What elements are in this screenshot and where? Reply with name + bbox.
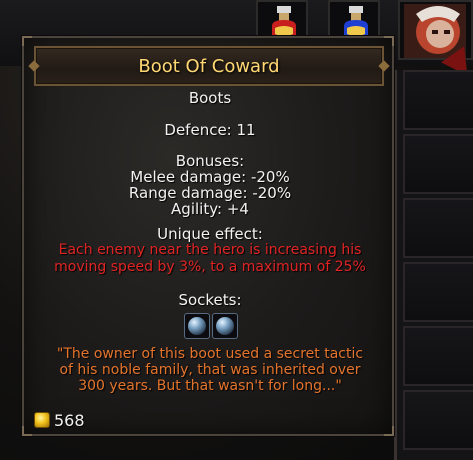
sockets-header: Sockets: [178, 291, 242, 309]
item-title: Boot Of Coward [138, 55, 280, 77]
inventory-grid [394, 70, 473, 460]
frame-corner [22, 426, 32, 436]
item-type: Boots [188, 89, 232, 107]
socket-row [184, 313, 238, 339]
inventory-cell[interactable] [403, 390, 473, 450]
gold-coin-icon [34, 412, 50, 428]
item-defence: Defence: 11 [164, 121, 256, 139]
bonuses-header: Bonuses: [175, 152, 245, 170]
frame-corner [22, 36, 32, 46]
empty-socket-icon[interactable] [212, 313, 238, 339]
unique-header: Unique effect: [157, 225, 263, 243]
unique-effect-line: Each enemy near the hero is increasing h… [58, 242, 362, 258]
gold-value: 568 [54, 410, 85, 430]
frame-corner [384, 426, 394, 436]
empty-socket-icon[interactable] [184, 313, 210, 339]
frame-corner [384, 36, 394, 46]
unique-effect-line: moving speed by 3%, to a maximum of 25% [54, 259, 366, 275]
inventory-cell[interactable] [403, 262, 473, 322]
inventory-cell[interactable] [403, 70, 473, 130]
inventory-cell[interactable] [403, 134, 473, 194]
bonus-range: Range damage: -20% [128, 184, 292, 202]
lore-line: of his noble family, that was inherited … [59, 362, 361, 378]
inventory-cell[interactable] [403, 198, 473, 258]
item-price: 568 [34, 410, 85, 430]
item-tooltip: Boot Of Coward Boots Defence: 11 Bonuses… [22, 36, 394, 436]
bonus-melee: Melee damage: -20% [130, 168, 290, 186]
lore-line: "The owner of this boot used a secret ta… [56, 346, 364, 362]
item-title-plate: Boot Of Coward [34, 46, 384, 86]
bonus-agility: Agility: +4 [171, 200, 249, 218]
inventory-cell[interactable] [403, 326, 473, 386]
lore-line: 300 years. But that wasn't for long..." [78, 378, 342, 394]
